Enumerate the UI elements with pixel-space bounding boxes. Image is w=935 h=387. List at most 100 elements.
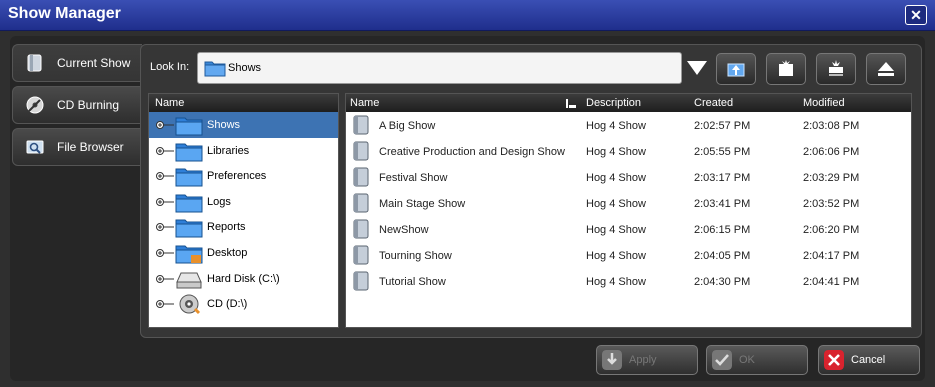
ok-button[interactable]: OK xyxy=(706,345,808,375)
tree-item-cd[interactable]: CD (D:\) xyxy=(149,291,338,317)
close-button[interactable]: ✕ xyxy=(905,5,927,25)
cell-created: 2:05:55 PM xyxy=(694,146,751,158)
tree-item-label: Reports xyxy=(207,221,246,234)
cell-description: Hog 4 Show xyxy=(586,146,646,158)
show-file-icon xyxy=(353,115,369,135)
new-folder-icon xyxy=(779,60,793,76)
column-header-created[interactable]: Created xyxy=(694,97,733,109)
show-file-icon xyxy=(27,54,42,72)
expand-icon[interactable] xyxy=(156,171,174,181)
tree-item-desktop[interactable]: Desktop xyxy=(149,240,338,266)
table-row[interactable]: Tutorial Show Hog 4 Show 2:04:30 PM 2:04… xyxy=(346,268,911,294)
apply-icon xyxy=(602,350,622,370)
expand-icon[interactable] xyxy=(156,248,174,258)
cell-modified: 2:03:29 PM xyxy=(803,172,860,184)
tree-item-hard-disk[interactable]: Hard Disk (C:\) xyxy=(149,266,338,292)
expand-icon[interactable] xyxy=(156,120,174,130)
table-row[interactable]: Tourning Show Hog 4 Show 2:04:05 PM 2:04… xyxy=(346,242,911,268)
cell-modified: 2:03:52 PM xyxy=(803,198,860,210)
burn-button[interactable] xyxy=(816,53,856,85)
tree-item-logs[interactable]: Logs xyxy=(149,189,338,215)
ok-label: OK xyxy=(739,354,755,366)
up-folder-button[interactable] xyxy=(716,53,756,85)
hard-disk-icon xyxy=(176,272,202,289)
look-in-label: Look In: xyxy=(150,61,190,73)
tab-cd-burning[interactable]: CD Burning xyxy=(12,86,142,124)
tree-item-label: Hard Disk (C:\) xyxy=(207,272,280,285)
cancel-icon xyxy=(824,350,844,370)
table-row[interactable]: Creative Production and Design Show Hog … xyxy=(346,138,911,164)
tab-file-browser[interactable]: File Browser xyxy=(12,128,142,166)
expand-icon[interactable] xyxy=(156,274,174,284)
left-tab-bar: Current Show CD Burning File Browser xyxy=(12,44,142,170)
cell-modified: 2:03:08 PM xyxy=(803,120,860,132)
expand-icon[interactable] xyxy=(156,222,174,232)
show-file-icon xyxy=(353,141,369,161)
look-in-field[interactable]: Shows xyxy=(197,52,682,84)
cell-created: 2:03:41 PM xyxy=(694,198,751,210)
show-manager-window: Show Manager ✕ Current Show CD Burning F… xyxy=(0,0,935,387)
show-file-icon xyxy=(353,271,369,291)
table-row[interactable]: Festival Show Hog 4 Show 2:03:17 PM 2:03… xyxy=(346,164,911,190)
cell-created: 2:04:30 PM xyxy=(694,276,751,288)
show-file-icon xyxy=(353,167,369,187)
cell-name: NewShow xyxy=(379,224,429,236)
cell-name: Main Stage Show xyxy=(379,198,466,210)
tree-item-reports[interactable]: Reports xyxy=(149,214,338,240)
expand-icon[interactable] xyxy=(156,197,174,207)
column-header-modified[interactable]: Modified xyxy=(803,97,845,109)
cell-modified: 2:04:41 PM xyxy=(803,276,860,288)
cell-description: Hog 4 Show xyxy=(586,250,646,262)
show-file-icon xyxy=(353,193,369,213)
tree-item-preferences[interactable]: Preferences xyxy=(149,163,338,189)
burn-icon xyxy=(829,60,843,76)
folder-icon xyxy=(175,219,203,238)
show-file-list: Name Description Created Modified A Big … xyxy=(345,93,912,328)
cell-created: 2:03:17 PM xyxy=(694,172,751,184)
column-header-name[interactable]: Name xyxy=(350,97,379,109)
column-header-description[interactable]: Description xyxy=(586,97,641,109)
cell-created: 2:02:57 PM xyxy=(694,120,751,132)
folder-tree: Name Shows Libraries Preferences Logs Re… xyxy=(148,93,339,328)
tree-item-libraries[interactable]: Libraries xyxy=(149,138,338,164)
up-folder-icon xyxy=(727,63,745,77)
file-browser-icon xyxy=(26,140,44,154)
tree-item-label: Logs xyxy=(207,195,231,208)
expand-icon[interactable] xyxy=(156,146,174,156)
cancel-label: Cancel xyxy=(851,354,886,366)
table-row[interactable]: Main Stage Show Hog 4 Show 2:03:41 PM 2:… xyxy=(346,190,911,216)
apply-button[interactable]: Apply xyxy=(596,345,698,375)
tab-label: Current Show xyxy=(57,56,131,70)
cell-description: Hog 4 Show xyxy=(586,276,646,288)
tree-item-label: Shows xyxy=(207,119,241,131)
cancel-button[interactable]: Cancel xyxy=(818,345,920,375)
look-in-dropdown-icon[interactable] xyxy=(684,55,710,81)
look-in-value: Shows xyxy=(228,62,262,74)
expand-icon[interactable] xyxy=(156,299,174,309)
sort-icon[interactable] xyxy=(566,99,576,108)
folder-icon xyxy=(175,194,203,213)
list-header: Name Description Created Modified xyxy=(346,94,911,112)
cell-name: Tourning Show xyxy=(379,250,452,262)
ok-icon xyxy=(712,350,732,370)
new-folder-button[interactable] xyxy=(766,53,806,85)
tree-item-label: Preferences xyxy=(207,170,267,183)
cell-created: 2:04:05 PM xyxy=(694,250,751,262)
table-row[interactable]: NewShow Hog 4 Show 2:06:15 PM 2:06:20 PM xyxy=(346,216,911,242)
tab-current-show[interactable]: Current Show xyxy=(12,44,142,82)
cell-modified: 2:06:06 PM xyxy=(803,146,860,158)
tree-item-shows[interactable]: Shows xyxy=(149,112,338,138)
cell-modified: 2:06:20 PM xyxy=(803,224,860,236)
tab-label: CD Burning xyxy=(57,98,120,112)
cell-name: Creative Production and Design Show xyxy=(379,146,565,158)
cell-name: Tutorial Show xyxy=(379,276,446,288)
cell-created: 2:06:15 PM xyxy=(694,224,751,236)
tree-item-label: Libraries xyxy=(207,144,250,157)
apply-label: Apply xyxy=(629,354,657,366)
desktop-folder-icon xyxy=(175,245,203,264)
eject-button[interactable] xyxy=(866,53,906,85)
table-row[interactable]: A Big Show Hog 4 Show 2:02:57 PM 2:03:08… xyxy=(346,112,911,138)
tab-label: File Browser xyxy=(57,140,124,154)
show-file-icon xyxy=(353,219,369,239)
window-title: Show Manager xyxy=(8,5,121,22)
